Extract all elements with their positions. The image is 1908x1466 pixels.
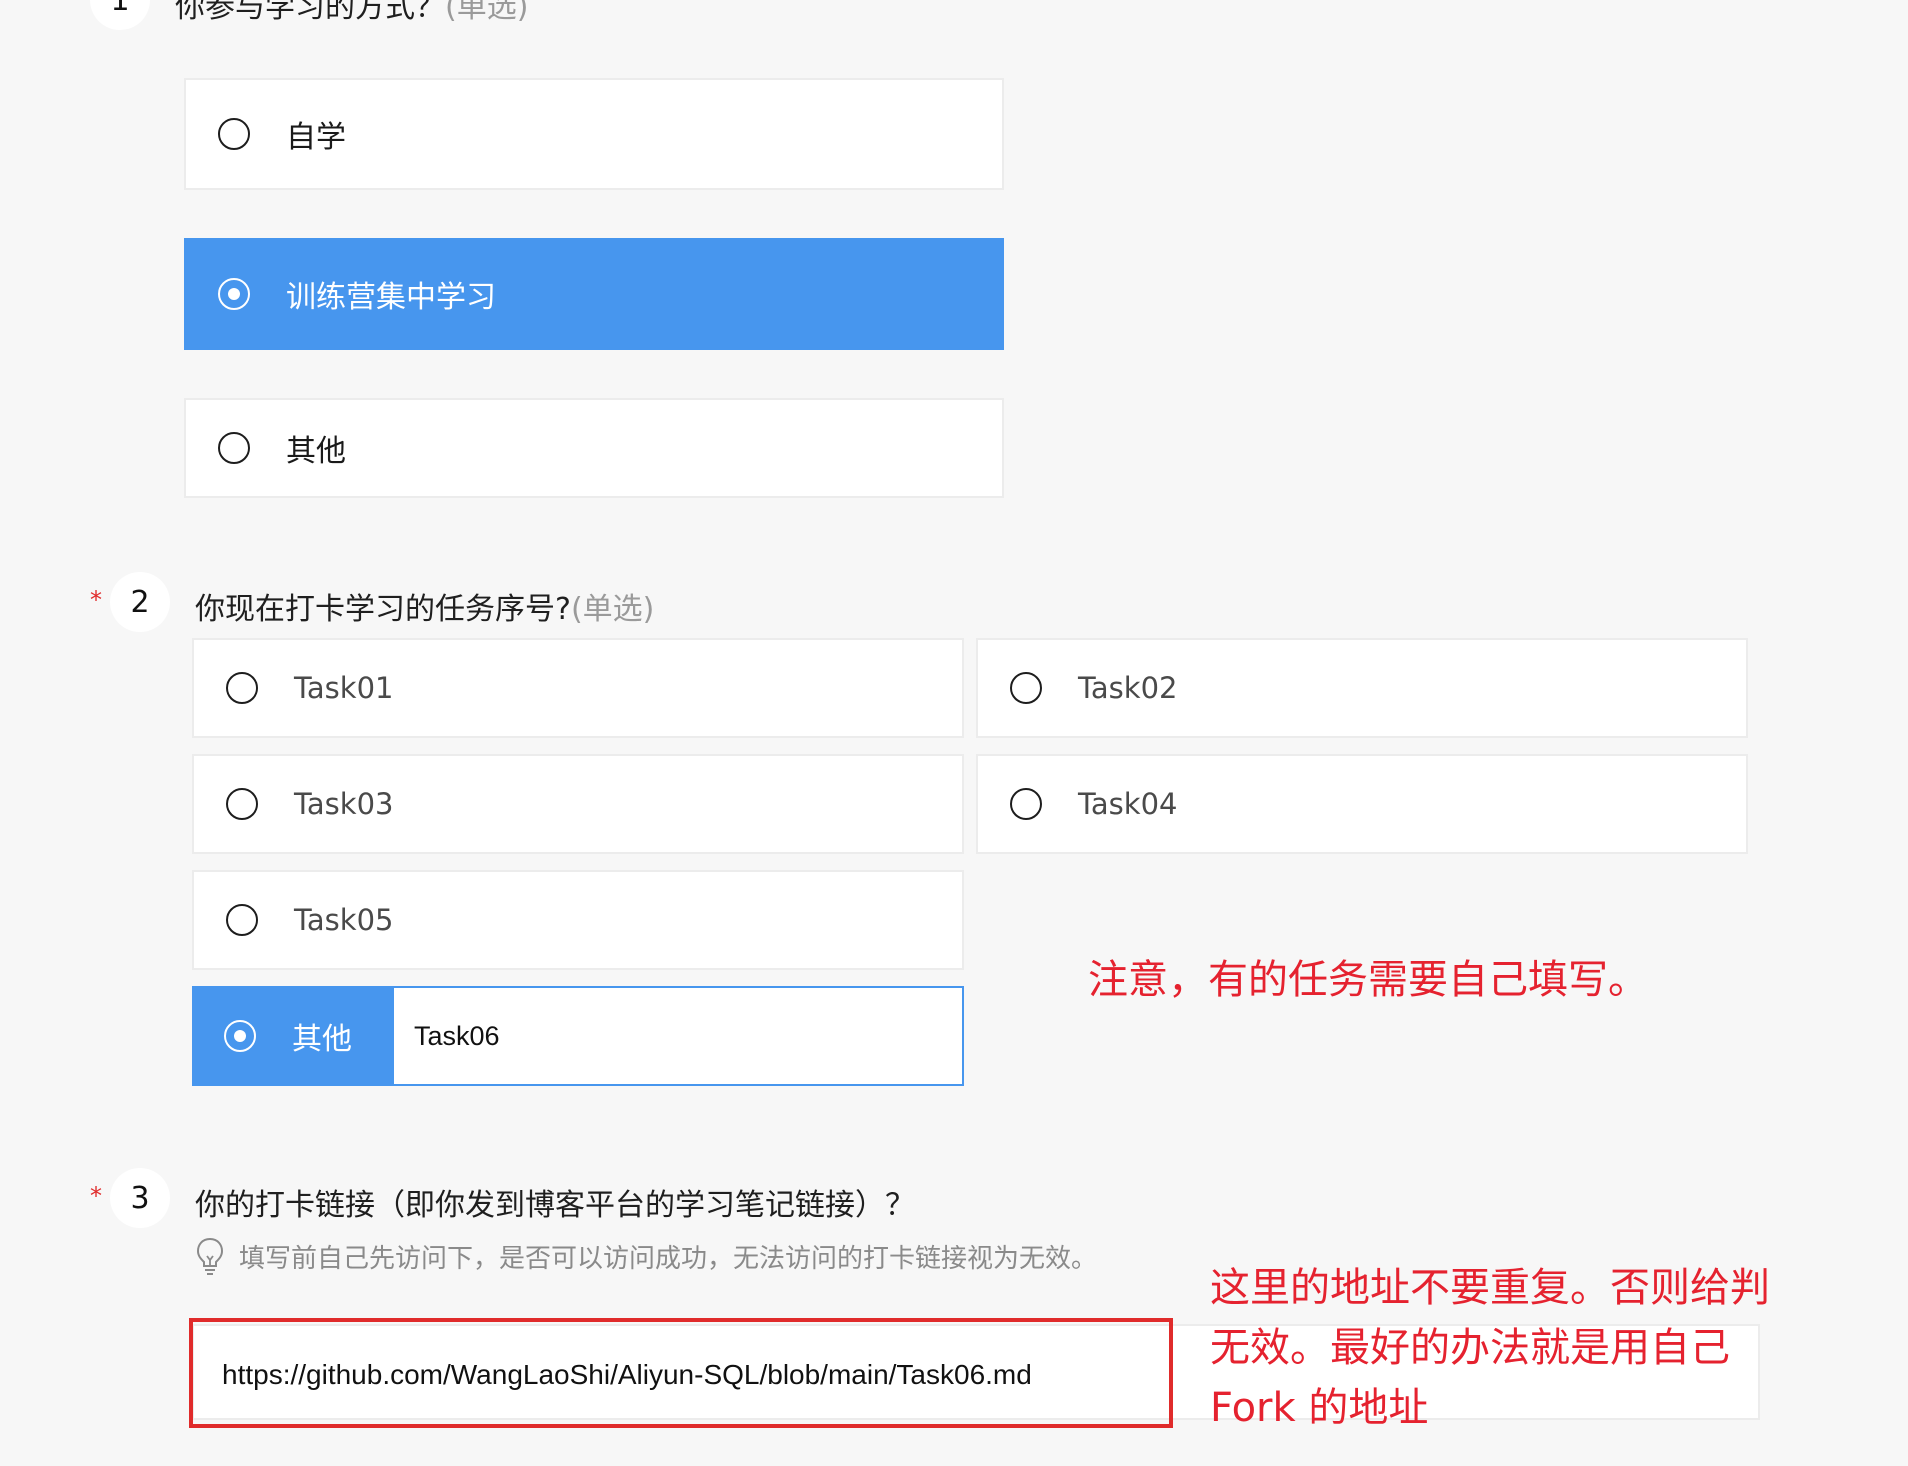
annotation-note-2: 这里的地址不要重复。否则给判 无效。最好的办法就是用自己 Fork 的地址 — [1210, 1258, 1770, 1438]
option-label: Task05 — [294, 903, 394, 937]
option-label: Task01 — [294, 671, 394, 705]
annotation-line: Fork 的地址 — [1210, 1385, 1429, 1431]
option-label: Task02 — [1078, 671, 1178, 705]
lightbulb-icon — [195, 1236, 225, 1276]
q1-option-self-study[interactable]: 自学 — [184, 78, 1004, 190]
option-label: Task03 — [294, 787, 394, 821]
option-label: 自学 — [286, 120, 346, 155]
question-2-title: 你现在打卡学习的任务序号?(单选) — [195, 592, 655, 627]
radio-unselected-icon — [226, 904, 258, 936]
option-label: 其他 — [292, 1022, 352, 1057]
q1-option-camp-study[interactable]: 训练营集中学习 — [184, 238, 1004, 350]
tip-text: 填写前自己先访问下，是否可以访问成功，无法访问的打卡链接视为无效。 — [239, 1243, 1098, 1274]
radio-unselected-icon — [1010, 672, 1042, 704]
option-label: Task04 — [1078, 787, 1178, 821]
question-2-hint: (单选) — [570, 592, 655, 627]
question-3-number: 3 — [110, 1168, 170, 1228]
option-label: 其他 — [286, 434, 346, 469]
question-1-title: 你参与学习的方式？(单选) — [175, 0, 528, 26]
q2-option-task02[interactable]: Task02 — [976, 638, 1748, 738]
radio-unselected-icon — [1010, 788, 1042, 820]
radio-unselected-icon — [226, 672, 258, 704]
question-1-hint: (单选) — [445, 0, 529, 25]
annotation-line: 这里的地址不要重复。否则给判 — [1210, 1265, 1770, 1311]
question-3-title: 你的打卡链接（即你发到博客平台的学习笔记链接）？ — [195, 1188, 915, 1223]
q2-option-task05[interactable]: Task05 — [192, 870, 964, 970]
radio-selected-icon — [224, 1020, 256, 1052]
required-mark: * — [90, 1182, 102, 1210]
option-label: 训练营集中学习 — [286, 280, 496, 315]
question-3-tip: 填写前自己先访问下，是否可以访问成功，无法访问的打卡链接视为无效。 — [195, 1236, 1097, 1276]
q2-option-task01[interactable]: Task01 — [192, 638, 964, 738]
required-mark: * — [90, 586, 102, 614]
q2-option-other: 其他 — [192, 986, 964, 1086]
radio-unselected-icon — [226, 788, 258, 820]
radio-unselected-icon — [218, 118, 250, 150]
radio-selected-icon — [218, 278, 250, 310]
q1-option-other[interactable]: 其他 — [184, 398, 1004, 498]
q2-other-input[interactable] — [394, 988, 962, 1084]
q3-url-input[interactable] — [220, 1350, 1064, 1400]
q2-other-radio[interactable]: 其他 — [194, 988, 394, 1084]
q2-option-task04[interactable]: Task04 — [976, 754, 1748, 854]
question-1-number: 1 — [90, 0, 150, 30]
annotation-line: 无效。最好的办法就是用自己 — [1210, 1325, 1730, 1371]
q2-option-task03[interactable]: Task03 — [192, 754, 964, 854]
radio-unselected-icon — [218, 432, 250, 464]
annotation-note-1: 注意，有的任务需要自己填写。 — [1088, 957, 1648, 1003]
question-2-number: 2 — [110, 572, 170, 632]
